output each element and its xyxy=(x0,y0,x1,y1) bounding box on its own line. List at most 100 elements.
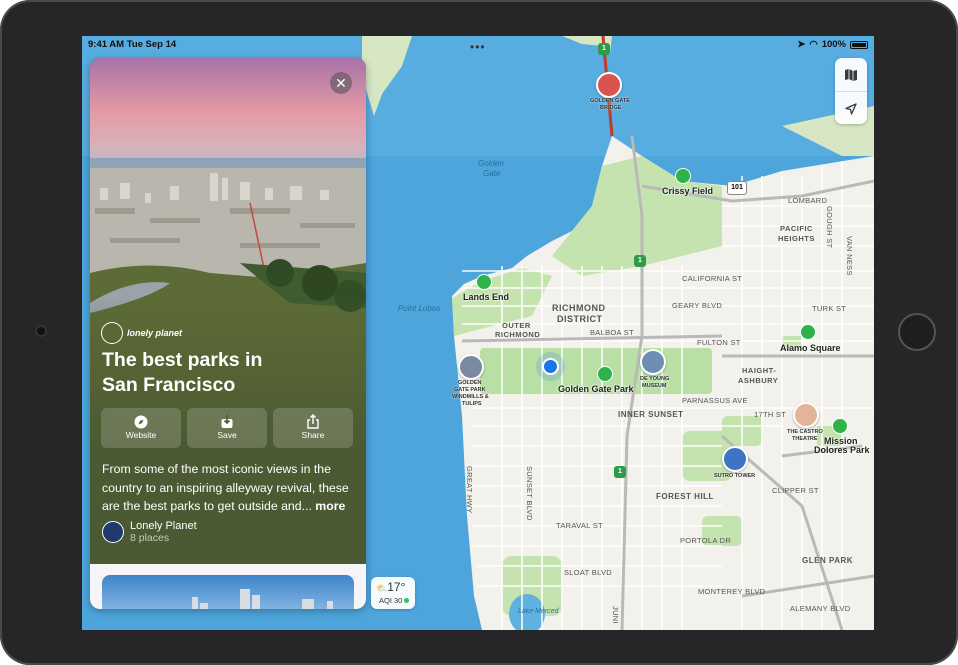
poi-label: GOLDEN xyxy=(458,380,482,386)
poi-label: MUSEUM xyxy=(642,383,667,389)
district-label: HAIGHT- xyxy=(742,366,777,375)
guide-title-line: The best parks in xyxy=(102,349,263,371)
district-label: GLEN PARK xyxy=(802,556,854,565)
guide-title: The best parks in San Francisco xyxy=(102,348,302,398)
guide-title-line: San Francisco xyxy=(102,374,236,396)
park-label-alamo-square[interactable]: Alamo Square xyxy=(780,343,841,353)
poi-castro-theatre-pin[interactable] xyxy=(793,402,819,428)
street-label: FULTON ST xyxy=(697,338,741,347)
lonely-planet-logo-icon xyxy=(101,322,123,344)
park-pin-icon[interactable] xyxy=(675,168,691,184)
street-label: 17TH ST xyxy=(754,410,787,419)
guide-description: From some of the most iconic views in th… xyxy=(102,460,356,516)
park-pin-icon[interactable] xyxy=(597,366,613,382)
district-label: PACIFIC xyxy=(780,224,813,233)
website-button[interactable]: Website xyxy=(101,408,181,448)
poi-sutro-tower-pin[interactable] xyxy=(722,446,748,472)
skyline-image xyxy=(192,589,333,609)
track-location-button[interactable] xyxy=(835,92,867,125)
park-pin-icon[interactable] xyxy=(832,418,848,434)
street-label: JUNI xyxy=(611,606,620,624)
water-label: Gate xyxy=(483,169,501,178)
poi-windmills-pin[interactable] xyxy=(458,354,484,380)
partly-cloudy-icon: ⛅ xyxy=(376,583,388,593)
park-label-mission-dolores[interactable]: Dolores Park xyxy=(814,445,870,455)
poi-label: BRIDGE xyxy=(600,105,622,111)
poi-golden-gate-bridge-pin[interactable] xyxy=(596,72,622,98)
website-label: Website xyxy=(125,430,157,440)
compass-icon xyxy=(134,415,148,429)
street-label: PARNASSUS AVE xyxy=(682,396,748,405)
street-label: SLOAT BLVD xyxy=(564,568,613,577)
aqi-status-dot xyxy=(404,598,410,603)
weather-temp: ⛅17° xyxy=(376,580,406,594)
park-label-golden-gate-park[interactable]: Golden Gate Park xyxy=(558,384,634,394)
more-link[interactable]: more xyxy=(315,499,345,513)
close-button[interactable]: ✕ xyxy=(330,72,352,94)
street-label: TARAVAL ST xyxy=(556,521,603,530)
wifi-icon: ◠ xyxy=(809,39,818,50)
street-label: PORTOLA DR xyxy=(680,536,732,545)
poi-de-young-pin[interactable] xyxy=(640,349,666,375)
street-label: CLIPPER ST xyxy=(772,486,819,495)
location-arrow-icon xyxy=(845,102,857,115)
street-label: LOMBARD xyxy=(788,196,828,205)
district-label: FOREST HILL xyxy=(656,492,714,501)
poi-label: GOLDEN GATE xyxy=(590,98,630,104)
screen: Golden Gate Point Lobos Lake Merced RICH… xyxy=(82,36,874,630)
district-label: INNER SUNSET xyxy=(618,410,684,419)
district-label: ASHBURY xyxy=(738,376,779,385)
park-label-lands-end[interactable]: Lands End xyxy=(463,292,509,302)
district-label: HEIGHTS xyxy=(778,234,815,243)
park-pin-icon[interactable] xyxy=(800,324,816,340)
place-thumbnail[interactable] xyxy=(102,575,354,609)
save-tray-icon xyxy=(221,415,233,428)
aqi-label: AQI 30 xyxy=(379,596,410,605)
water-label: Golden xyxy=(478,159,504,168)
poi-label: TULIPS xyxy=(462,401,482,407)
map-mode-button[interactable] xyxy=(835,58,867,91)
poi-label: GATE PARK xyxy=(454,387,486,393)
street-label: CALIFORNIA ST xyxy=(682,274,743,283)
poi-label: THE CASTRO xyxy=(787,429,823,435)
district-label: RICHMOND xyxy=(552,303,606,313)
guide-lower-section xyxy=(90,564,366,609)
poi-label: WINDMILLS & xyxy=(452,394,489,400)
highway-shield-1: 1 xyxy=(634,255,646,267)
poi-label: THEATRE xyxy=(792,436,818,442)
street-label: TURK ST xyxy=(812,304,847,313)
street-label: GEARY BLVD xyxy=(672,301,723,310)
street-label: ALEMANY BLVD xyxy=(790,604,851,613)
battery-icon xyxy=(850,40,868,49)
battery-percent: 100% xyxy=(821,39,846,50)
map-icon xyxy=(845,68,857,81)
water-label: Point Lobos xyxy=(398,304,441,313)
street-label: BALBOA ST xyxy=(590,328,634,337)
street-label: GOUGH ST xyxy=(825,206,834,249)
status-indicators: ➤ ◠ 100% xyxy=(797,39,868,50)
street-label: VAN NESS xyxy=(845,236,854,276)
front-camera xyxy=(37,327,45,335)
close-icon: ✕ xyxy=(335,75,347,91)
home-button[interactable] xyxy=(898,313,936,351)
guide-actions: Website Save Share xyxy=(101,408,353,448)
water-label: Lake Merced xyxy=(518,608,559,615)
share-label: Share xyxy=(301,430,325,440)
park-label-crissy-field[interactable]: Crissy Field xyxy=(662,186,713,196)
poi-label: DE YOUNG xyxy=(640,376,670,382)
avatar xyxy=(102,521,124,543)
guide-author[interactable]: Lonely Planet 8 places xyxy=(102,520,197,544)
multitasking-dots-icon[interactable]: ••• xyxy=(470,40,486,54)
map-controls xyxy=(835,58,867,124)
location-arrow-icon: ➤ xyxy=(797,39,806,50)
share-button[interactable]: Share xyxy=(273,408,353,448)
brand-name: lonely planet xyxy=(127,328,183,338)
save-button[interactable]: Save xyxy=(187,408,267,448)
park-pin-icon[interactable] xyxy=(476,274,492,290)
author-places-count: 8 places xyxy=(130,532,170,544)
street-label: SUNSET BLVD xyxy=(525,466,534,521)
author-name: Lonely Planet xyxy=(130,520,197,532)
guide-description-text: From some of the most iconic views in th… xyxy=(102,462,349,513)
weather-widget[interactable]: ⛅17° AQI 30 xyxy=(371,577,415,609)
highway-shield-101: 101 xyxy=(727,181,747,195)
